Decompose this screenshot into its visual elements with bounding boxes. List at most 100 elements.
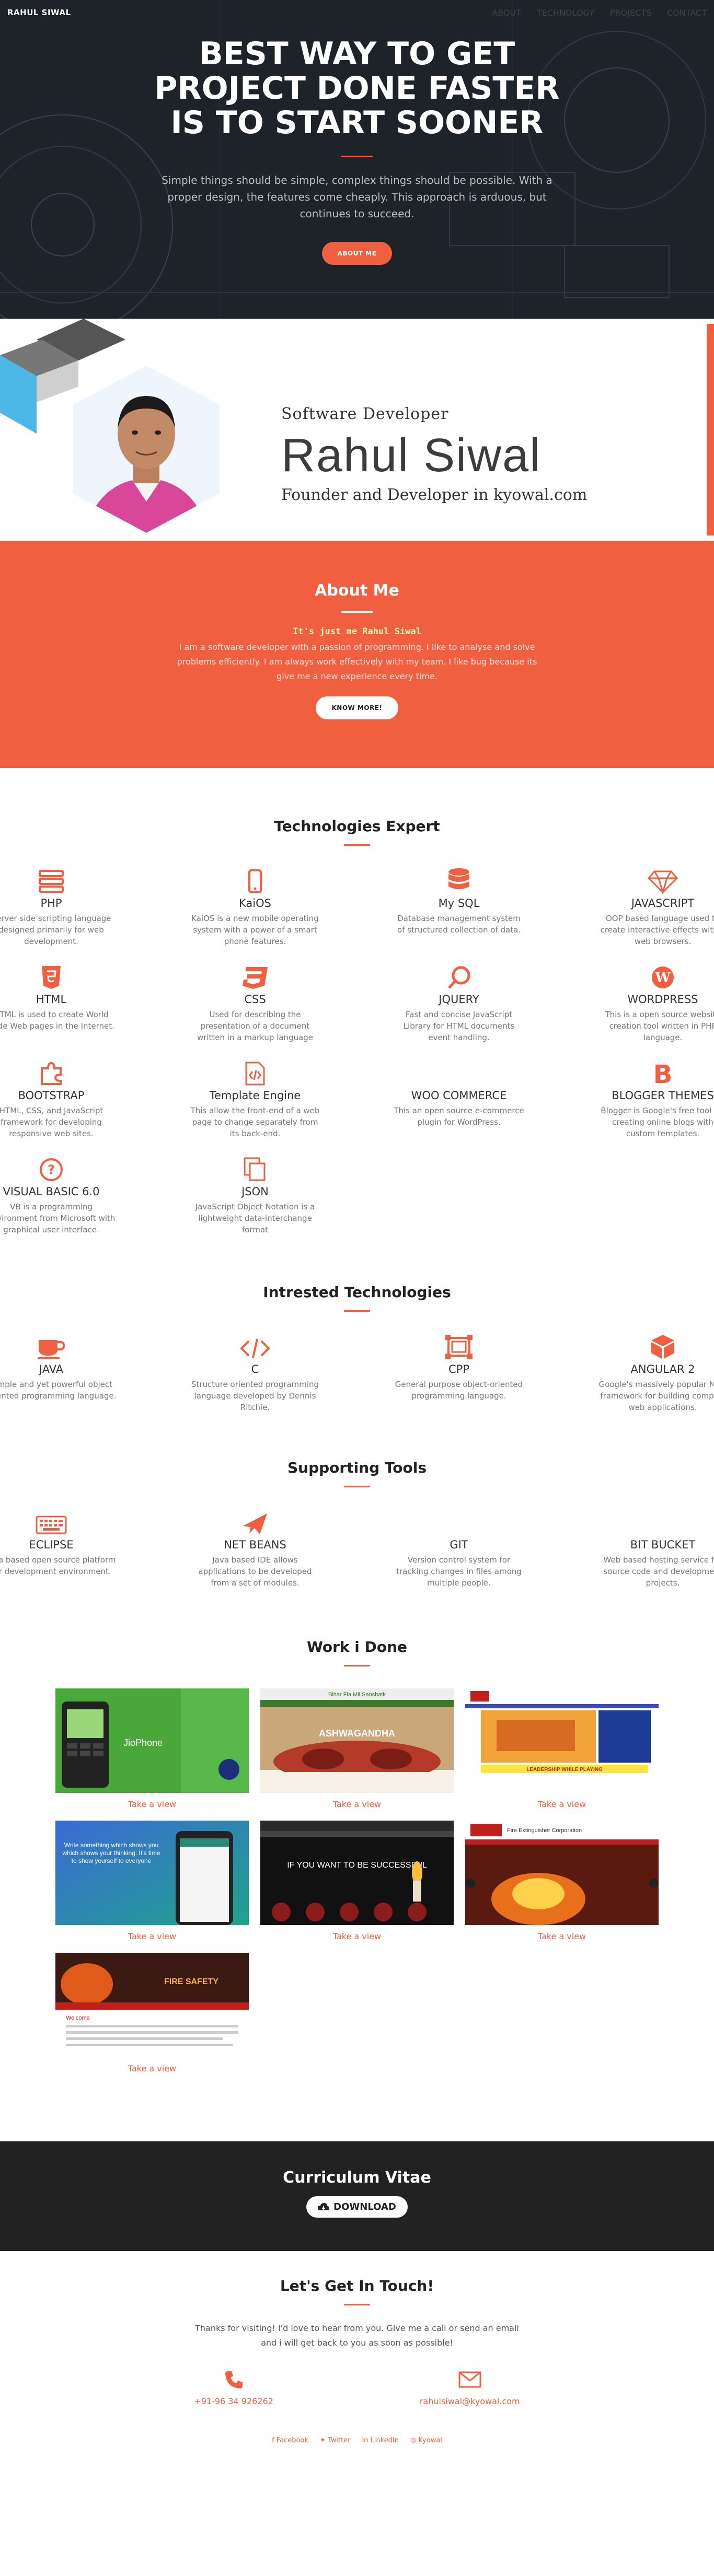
work-item[interactable]: LEADERSHIP WHILE PLAYING Take a view [465, 1688, 659, 1809]
tech-item-html: HTML HTML is used to create World Wide W… [0, 963, 117, 1043]
interest-desc: General purpose object-oriented programm… [395, 1380, 523, 1401]
puzzle-icon [41, 1062, 62, 1085]
tool-item-bitbucket: BIT BUCKET Web based hosting service for… [597, 1508, 714, 1589]
work-5-image-text: IF YOU WANT TO BE SUCCESSFUL [287, 1861, 427, 1870]
phone-icon [225, 2371, 243, 2388]
work-thumbnail-7[interactable]: FIRE SAFETY Welcome [55, 1953, 249, 2057]
tech-name: VISUAL BASIC 6.0 [3, 1185, 100, 1198]
work-item[interactable]: Fire Extinguisher Corporation Take a vie… [465, 1821, 659, 1941]
tech-desc: HTML is used to create World Wide Web pa… [0, 1010, 114, 1031]
work-item[interactable]: FIRE SAFETY Welcome Take a view [55, 1953, 249, 2073]
globe-icon: ◎ [410, 2437, 419, 2444]
html5-icon [42, 966, 61, 989]
tech-name: WOO COMMERCE [411, 1089, 507, 1102]
work-thumbnail-6[interactable]: Fire Extinguisher Corporation [465, 1821, 659, 1925]
tool-desc: Java based open source platform for deve… [0, 1555, 116, 1576]
svg-text:?: ? [48, 1162, 55, 1177]
avatar [73, 366, 220, 533]
work-item[interactable]: Write something which shows you which sh… [55, 1821, 249, 1941]
work-item[interactable]: Bihar Fla Mil Sanshatk ASHWAGANDHA Take … [260, 1688, 454, 1809]
work-1-image-text: JioPhone [123, 1738, 163, 1748]
take-a-view-link[interactable]: Take a view [55, 1931, 249, 1941]
question-icon: ? [40, 1158, 63, 1181]
social-link-kyowal[interactable]: ◎ Kyowal [410, 2437, 442, 2444]
tech-desc: Server side scripting language designed … [0, 914, 111, 946]
interest-desc: Google's massively popular MVC framework… [598, 1380, 714, 1412]
know-more-button[interactable]: KNOW MORE! [316, 696, 398, 719]
interest-name: ANGULAR 2 [630, 1363, 695, 1376]
profile-name: Rahul Siwal [281, 429, 542, 482]
tech-name: KaiOS [239, 897, 271, 910]
take-a-view-link[interactable]: Take a view [55, 2064, 249, 2073]
take-a-view-link[interactable]: Take a view [260, 1799, 454, 1809]
download-cv-button[interactable]: DOWNLOAD [306, 2196, 408, 2218]
tech-desc: OOP based language used to create intera… [600, 914, 714, 946]
social-link-facebook[interactable]: f Facebook [272, 2437, 308, 2444]
copy-icon [244, 1157, 266, 1181]
coffee-icon [38, 1340, 65, 1359]
tool-name: BIT BUCKET [630, 1538, 696, 1551]
work-thumbnail-3[interactable]: LEADERSHIP WHILE PLAYING [465, 1688, 659, 1793]
work-thumbnail-4[interactable]: Write something which shows you which sh… [55, 1821, 249, 1925]
hero-subtitle: Simple things should be simple, complex … [162, 174, 552, 220]
interest-name: JAVA [39, 1363, 64, 1376]
about-section: About Me It's just me Rahul Siwal I am a… [0, 541, 714, 768]
nav-link-about[interactable]: ABOUT [492, 8, 521, 18]
take-a-view-link[interactable]: Take a view [55, 1799, 249, 1809]
social-link-linkedin[interactable]: in LinkedIn [362, 2437, 399, 2444]
social-link-twitter[interactable]: ✦ Twitter [320, 2437, 351, 2444]
work-item[interactable]: IF YOU WANT TO BE SUCCESSFUL Take a view [260, 1821, 454, 1941]
work-grid: JioPhone Take a view Bihar Fla Mil Sansh… [0, 1688, 714, 2073]
linkedin-icon: in [362, 2437, 371, 2444]
server-icon [39, 870, 64, 893]
contact-phone[interactable]: +91-96 34 926262 [194, 2369, 273, 2406]
phone-number[interactable]: +91-96 34 926262 [194, 2396, 273, 2406]
take-a-view-link[interactable]: Take a view [465, 1931, 659, 1941]
nav-link-contact[interactable]: CONTACT [667, 8, 707, 18]
tech-item-vb6: ? VISUAL BASIC 6.0 VB is a programming e… [0, 1155, 117, 1235]
interest-item-java: JAVA Simple and yet powerful object orie… [0, 1333, 117, 1413]
tech-item-kaios: KaiOS KaiOS is a new mobile operating sy… [190, 867, 320, 947]
work-divider [344, 1665, 370, 1666]
tech-name: Template Engine [209, 1089, 301, 1102]
facebook-icon: f [272, 2437, 277, 2444]
nav-link-technology[interactable]: TECHNOLOGY [537, 8, 594, 18]
interested-title: Intrested Technologies [263, 1284, 451, 1301]
contact-text: Thanks for visiting! I'd love to hear fr… [195, 2323, 519, 2348]
work-6-image-text: Fire Extinguisher Corporation [507, 1827, 582, 1834]
tech-name: HTML [36, 993, 67, 1006]
twitter-icon: ✦ [319, 2437, 328, 2444]
nav-links: ABOUT TECHNOLOGY PROJECTS CONTACT [492, 8, 707, 18]
contact-row: +91-96 34 926262 rahulsiwal@kyowal.com [0, 2369, 714, 2406]
svg-text:ASHWAGANDHA: ASHWAGANDHA [319, 1728, 395, 1739]
tech-desc: Fast and concise JavaScript Library for … [403, 1010, 515, 1042]
brand-link[interactable]: RAHUL SIWAL [7, 8, 71, 17]
interested-grid: JAVA Simple and yet powerful object orie… [0, 1333, 714, 1413]
interest-item-cpp: CPP General purpose object-oriented prog… [394, 1333, 524, 1413]
diamond-icon [647, 870, 678, 894]
work-thumbnail-5[interactable]: IF YOU WANT TO BE SUCCESSFUL [260, 1821, 454, 1925]
email-address[interactable]: rahulsiwal@kyowal.com [420, 2396, 520, 2406]
take-a-view-link[interactable]: Take a view [260, 1931, 454, 1941]
tech-item-woo-commerce: WOO COMMERCE This an open source e-comme… [394, 1059, 524, 1139]
about-me-button[interactable]: ABOUT ME [321, 242, 393, 265]
work-item[interactable]: JioPhone Take a view [55, 1688, 249, 1809]
work-thumbnail-1[interactable]: JioPhone [55, 1688, 249, 1793]
cv-title: Curriculum Vitae [283, 2169, 431, 2187]
woo-icon [456, 1081, 462, 1086]
top-navbar: RAHUL SIWAL ABOUT TECHNOLOGY PROJECTS CO… [0, 0, 714, 25]
tool-item-eclipse: ECLIPSE Java based open source platform … [0, 1508, 117, 1589]
work-thumbnail-2[interactable]: Bihar Fla Mil Sanshatk ASHWAGANDHA [260, 1688, 454, 1793]
nav-link-projects[interactable]: PROJECTS [610, 8, 651, 18]
work-4-image-text: Write something which shows you which sh… [62, 1841, 160, 1864]
tools-section: Supporting Tools ECLIPSE Java based open… [0, 1413, 714, 1589]
kyowal-label: Kyowal [418, 2437, 442, 2444]
mobile-icon [248, 869, 262, 893]
tech-item-javascript: JAVASCRIPT OOP based language used to cr… [597, 867, 714, 947]
contact-email[interactable]: rahulsiwal@kyowal.com [420, 2369, 520, 2406]
tech-desc: This allow the front-end of a web page t… [190, 1106, 320, 1138]
tech-desc: HTML, CSS, and JavaScript framework for … [0, 1106, 103, 1138]
code-file-icon [245, 1062, 265, 1086]
take-a-view-link[interactable]: Take a view [465, 1799, 659, 1809]
tool-desc: Version control system for tracking chan… [396, 1555, 522, 1588]
